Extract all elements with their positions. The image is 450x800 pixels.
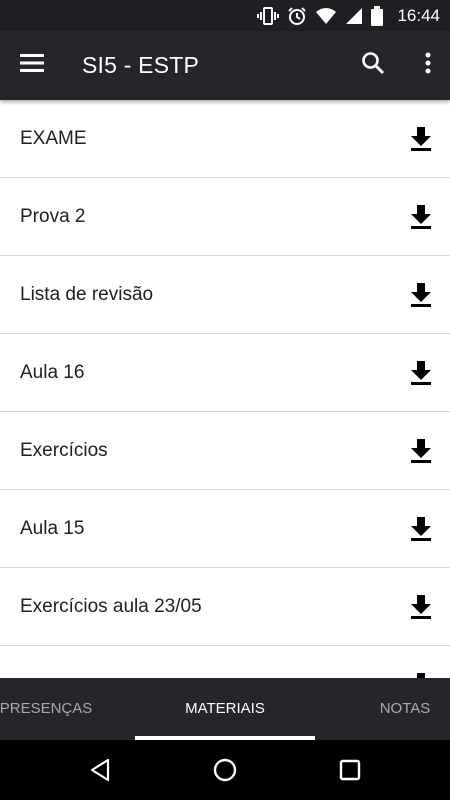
list-item[interactable]: Aula 16: [0, 334, 450, 412]
download-button[interactable]: [404, 434, 438, 468]
back-icon: [90, 758, 110, 782]
menu-button[interactable]: [12, 45, 52, 85]
download-button[interactable]: [404, 512, 438, 546]
vibrate-icon: [257, 6, 280, 25]
home-button[interactable]: [205, 750, 245, 790]
menu-icon: [20, 53, 44, 77]
status-bar: 16:44: [0, 0, 450, 31]
more-options-button[interactable]: [408, 45, 448, 85]
list-item-label: Prova 2: [20, 206, 86, 227]
page-title: SI5 - ESTP: [82, 52, 200, 78]
recents-button[interactable]: [330, 750, 370, 790]
signal-icon: [345, 7, 363, 25]
list-item[interactable]: [0, 646, 450, 678]
download-button[interactable]: [404, 200, 438, 234]
list-item-label: EXAME: [20, 128, 87, 149]
download-button[interactable]: [404, 590, 438, 624]
list-item[interactable]: Prova 2: [0, 178, 450, 256]
recents-icon: [339, 759, 361, 781]
list-item-label: Aula 16: [20, 362, 85, 383]
tab-notas[interactable]: NOTAS: [365, 678, 445, 740]
download-icon: [411, 439, 431, 463]
home-icon: [213, 758, 237, 782]
list-item-label: Lista de revisão: [20, 284, 154, 305]
more-vert-icon: [425, 52, 431, 79]
back-button[interactable]: [80, 750, 120, 790]
download-icon: [411, 127, 431, 151]
list-item[interactable]: Exercícios aula 23/05: [0, 568, 450, 646]
tab-bar: PRESENÇAS MATERIAIS NOTAS: [0, 678, 450, 740]
download-button[interactable]: [404, 356, 438, 390]
status-icons: 16:44: [257, 0, 440, 31]
search-icon: [361, 51, 385, 80]
system-nav-bar: [0, 740, 450, 800]
materials-list[interactable]: EXAME Prova 2 Lista de revisão Aula 16 E…: [0, 100, 450, 678]
tab-materiais[interactable]: MATERIAIS: [135, 678, 315, 740]
download-icon: [411, 361, 431, 385]
download-icon: [411, 205, 431, 229]
list-item[interactable]: Aula 15: [0, 490, 450, 568]
list-item[interactable]: Lista de revisão: [0, 256, 450, 334]
list-item-label: Aula 15: [20, 518, 85, 539]
download-icon: [411, 283, 431, 307]
download-button[interactable]: [404, 668, 438, 678]
download-button[interactable]: [404, 122, 438, 156]
list-item[interactable]: EXAME: [0, 100, 450, 178]
download-icon: [411, 517, 431, 541]
download-button[interactable]: [404, 278, 438, 312]
list-item-label: Exercícios: [20, 440, 108, 461]
battery-icon: [371, 5, 384, 26]
app-bar: SI5 - ESTP: [0, 31, 450, 100]
alarm-icon: [287, 6, 307, 26]
wifi-icon: [315, 7, 337, 25]
search-button[interactable]: [353, 45, 393, 85]
clock: 16:44: [397, 5, 440, 25]
list-item-label: Exercícios aula 23/05: [20, 596, 202, 617]
tab-presencas[interactable]: PRESENÇAS: [0, 678, 96, 740]
list-item[interactable]: Exercícios: [0, 412, 450, 490]
download-icon: [411, 595, 431, 619]
